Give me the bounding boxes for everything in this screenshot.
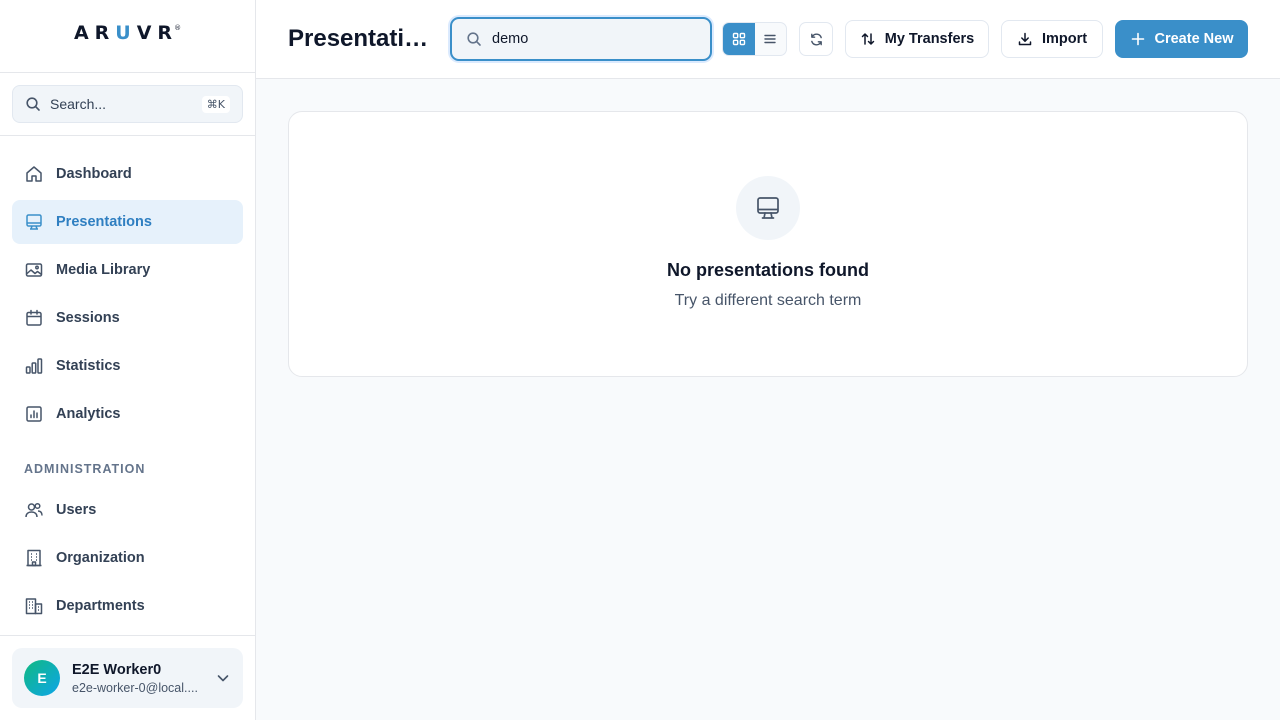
- user-name: E2E Worker0: [72, 661, 162, 678]
- logo-area: AR U VR ®: [0, 0, 255, 73]
- download-icon: [1017, 31, 1033, 47]
- logo[interactable]: AR U VR ®: [74, 22, 181, 44]
- monitor-icon: [736, 176, 800, 240]
- search-input[interactable]: [492, 31, 692, 47]
- sidebar-item-label: Sessions: [56, 310, 120, 326]
- shortcut-badge: ⌘K: [201, 95, 230, 113]
- create-new-label: Create New: [1154, 31, 1234, 47]
- calendar-icon: [24, 308, 44, 328]
- import-button[interactable]: Import: [1001, 20, 1103, 58]
- plus-icon: [1130, 31, 1146, 47]
- search-icon: [466, 31, 482, 47]
- sidebar-item-sessions[interactable]: Sessions: [12, 296, 243, 340]
- users-icon: [24, 500, 44, 520]
- refresh-button[interactable]: [799, 22, 833, 56]
- section-label-administration: ADMINISTRATION: [24, 462, 146, 476]
- sidebar-item-analytics[interactable]: Analytics: [12, 392, 243, 436]
- my-transfers-button[interactable]: My Transfers: [845, 20, 989, 58]
- sidebar-item-users[interactable]: Users: [12, 488, 243, 532]
- building-icon: [24, 548, 44, 568]
- sidebar: AR U VR ® Search... ⌘K Dashboard Presentati…: [0, 0, 256, 720]
- sidebar-item-label: Organization: [56, 550, 145, 566]
- refresh-icon: [809, 32, 824, 47]
- empty-state-card: No presentations found Try a different s…: [288, 111, 1248, 377]
- logo-text-a: AR: [73, 22, 116, 44]
- user-menu[interactable]: E E2E Worker0 e2e-worker-0@local....: [12, 648, 243, 708]
- sidebar-item-organization[interactable]: Organization: [12, 536, 243, 580]
- sidebar-item-label: Dashboard: [56, 166, 132, 182]
- sidebar-item-statistics[interactable]: Statistics: [12, 344, 243, 388]
- sidebar-item-label: Media Library: [56, 262, 151, 278]
- user-email: e2e-worker-0@local....: [72, 680, 198, 695]
- create-new-button[interactable]: Create New: [1115, 20, 1248, 58]
- empty-state-title: No presentations found: [667, 260, 869, 280]
- analytics-icon: [24, 404, 44, 424]
- sidebar-item-label: Analytics: [56, 406, 121, 422]
- bar-chart-icon: [24, 356, 44, 376]
- search-icon: [25, 96, 41, 112]
- list-icon: [763, 32, 777, 46]
- sidebar-item-media-library[interactable]: Media Library: [12, 248, 243, 292]
- page-header: Presentations My Transfers: [256, 0, 1280, 79]
- my-transfers-label: My Transfers: [884, 31, 975, 47]
- transfer-arrows-icon: [860, 31, 876, 47]
- import-label: Import: [1041, 31, 1088, 47]
- sidebar-item-dashboard[interactable]: Dashboard: [12, 152, 243, 196]
- home-icon: [24, 164, 44, 184]
- monitor-icon: [24, 212, 44, 232]
- sidebar-search[interactable]: Search... ⌘K: [12, 85, 243, 123]
- empty-state-subtitle: Try a different search term: [674, 292, 862, 309]
- grid-view-button[interactable]: [723, 23, 755, 55]
- image-icon: [24, 260, 44, 280]
- presentation-search[interactable]: [450, 17, 712, 61]
- sidebar-item-label: Statistics: [56, 358, 121, 374]
- list-view-button[interactable]: [755, 23, 787, 55]
- logo-text-b: VR: [136, 22, 179, 44]
- grid-icon: [732, 32, 746, 46]
- buildings-icon: [24, 596, 44, 616]
- user-area: E E2E Worker0 e2e-worker-0@local....: [0, 635, 255, 720]
- avatar: E: [24, 660, 60, 696]
- user-info: E2E Worker0 e2e-worker-0@local....: [72, 662, 215, 695]
- sidebar-item-label: Users: [56, 502, 97, 518]
- logo-registered-mark: ®: [174, 24, 182, 32]
- view-toggle: [722, 22, 787, 56]
- sidebar-item-label: Departments: [56, 598, 145, 614]
- logo-text-u: U: [115, 22, 137, 44]
- sidebar-nav: Dashboard Presentations Media Library Se…: [0, 136, 255, 628]
- sidebar-item-presentations[interactable]: Presentations: [12, 200, 243, 244]
- sidebar-search-area: Search... ⌘K: [0, 73, 255, 136]
- page-title: Presentations: [288, 25, 438, 52]
- sidebar-item-label: Presentations: [56, 214, 152, 230]
- sidebar-item-departments[interactable]: Departments: [12, 584, 243, 628]
- sidebar-search-placeholder: Search...: [50, 96, 107, 112]
- chevron-down-icon: [215, 670, 231, 686]
